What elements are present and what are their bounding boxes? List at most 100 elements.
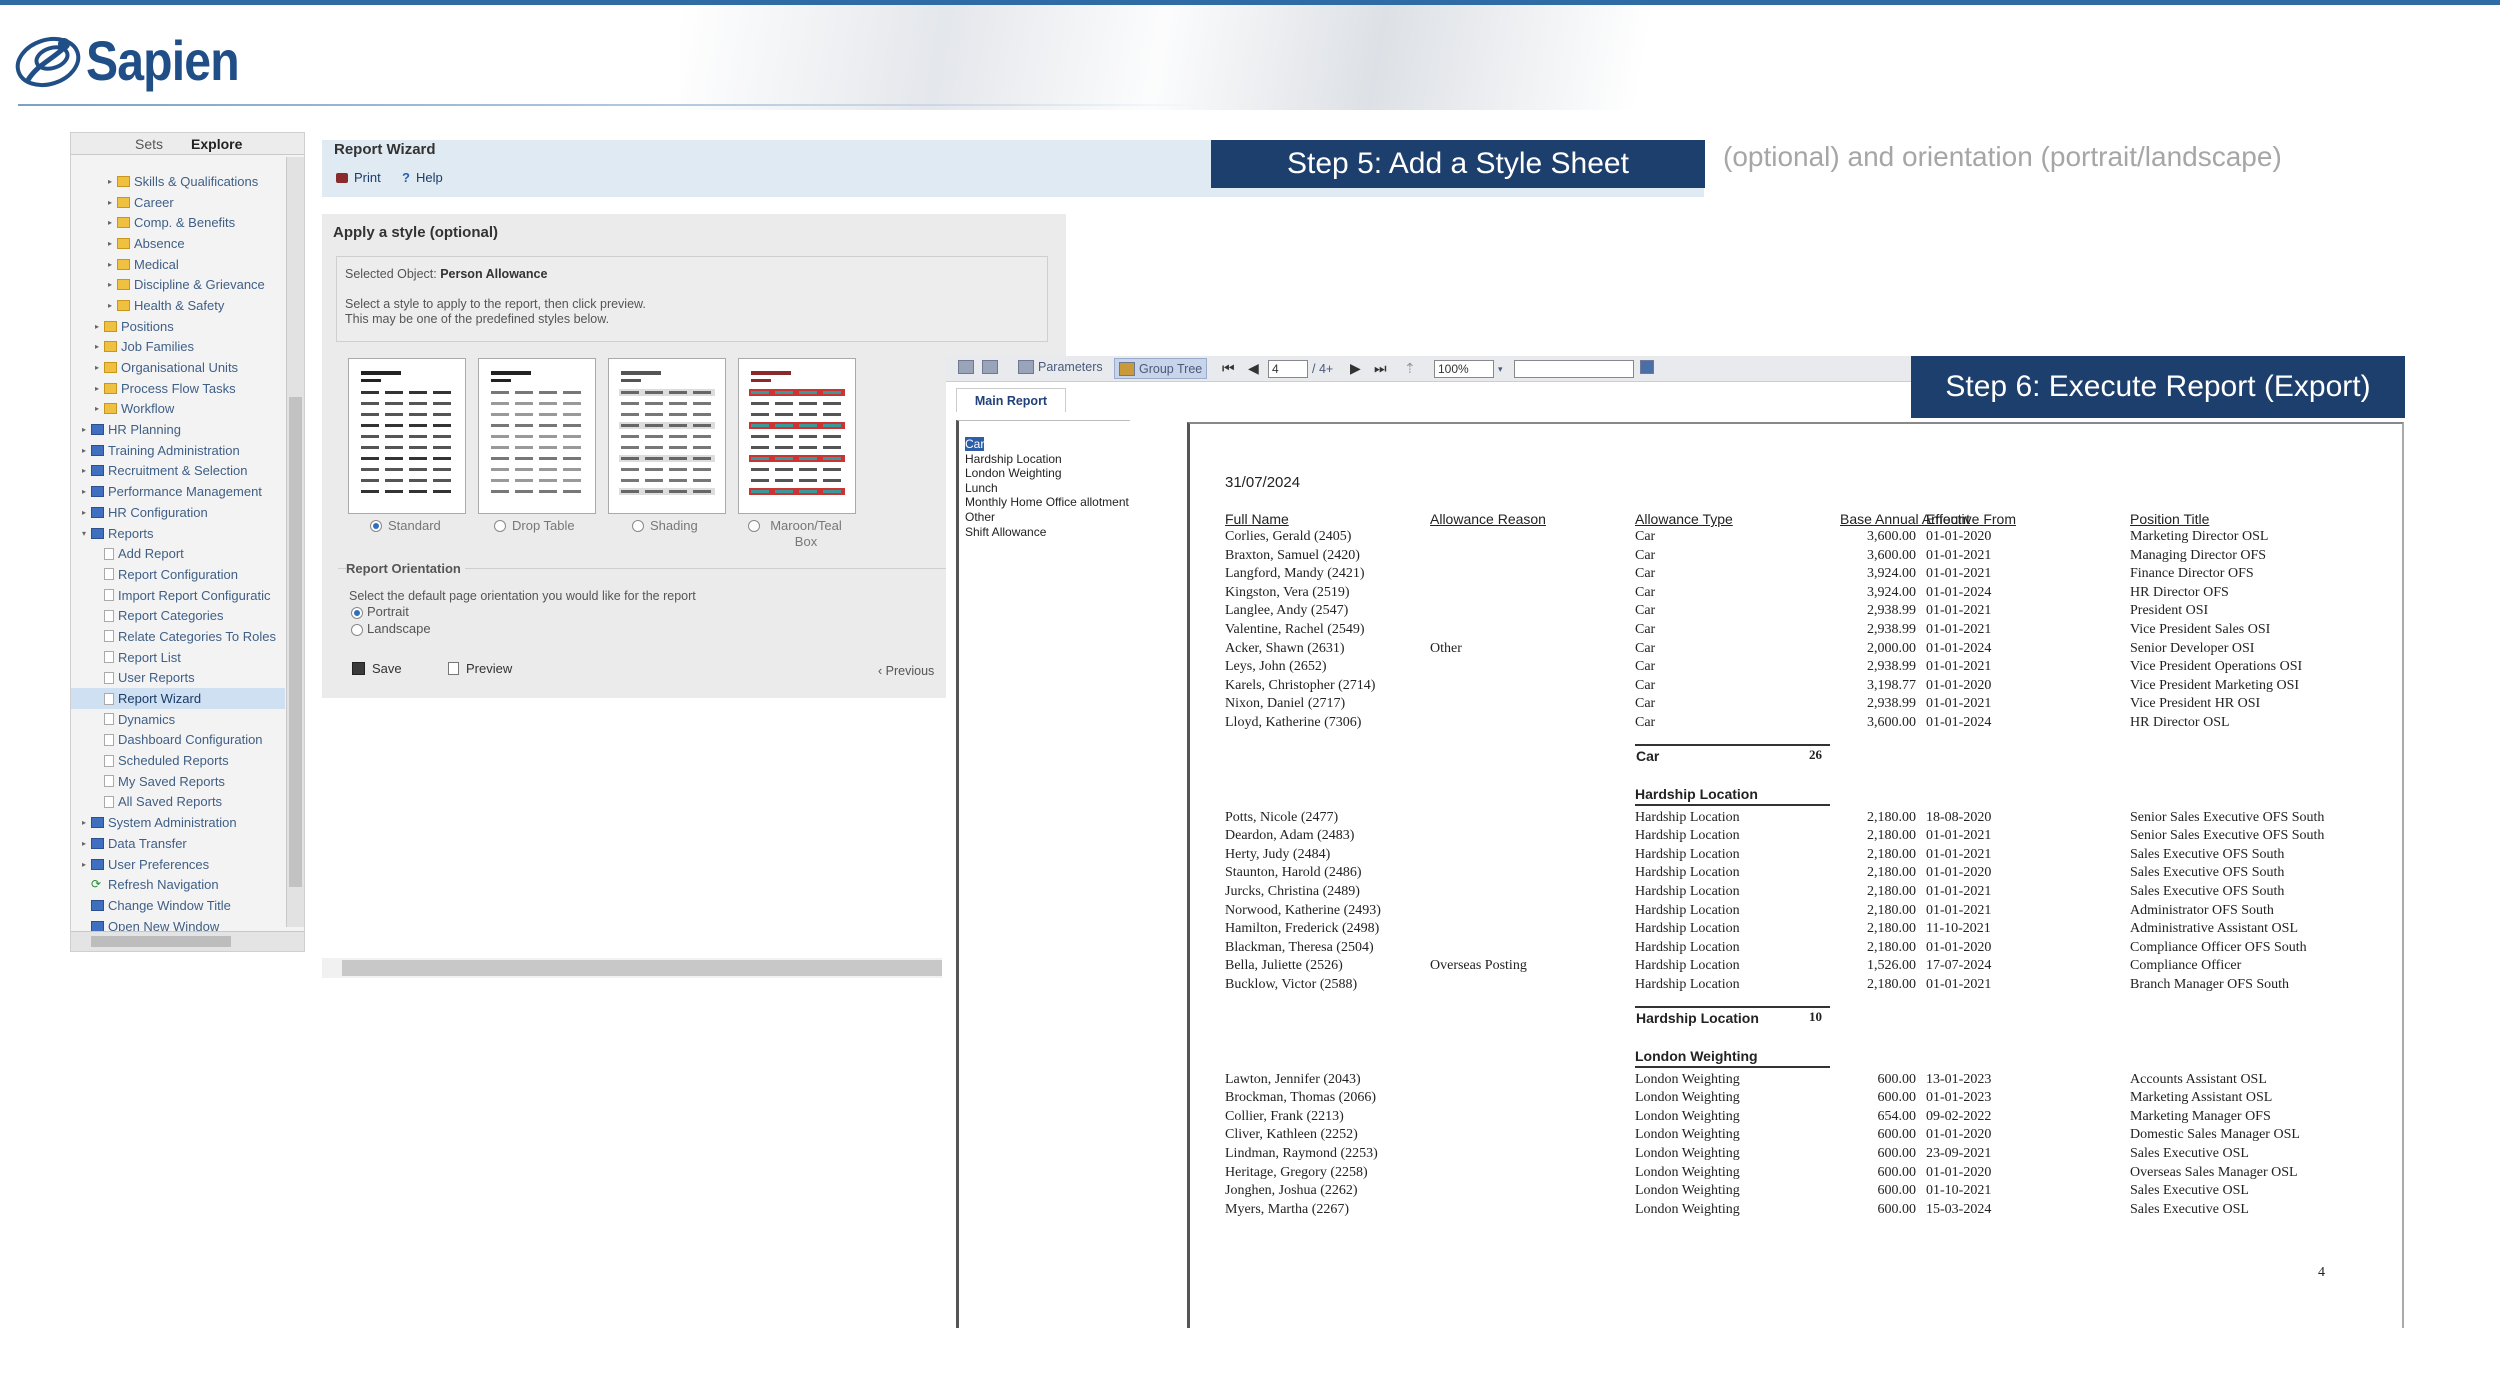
- style-thumb-shading[interactable]: [608, 358, 726, 514]
- expand-arrow-icon[interactable]: ▸: [79, 487, 89, 496]
- chevron-down-icon[interactable]: ▾: [1498, 364, 1503, 375]
- sidebar-item[interactable]: ▸ Process Flow Tasks: [71, 378, 285, 399]
- expand-arrow-icon[interactable]: ▸: [79, 446, 89, 455]
- sidebar-item[interactable]: Report Wizard: [71, 688, 285, 709]
- expand-arrow-icon[interactable]: ▸: [92, 363, 102, 372]
- style-option-shading[interactable]: Shading: [632, 518, 698, 534]
- standard-radio[interactable]: [370, 520, 382, 532]
- sidebar-item[interactable]: ▸ Recruitment & Selection: [71, 461, 285, 482]
- wizard-horizontal-scrollbar[interactable]: [322, 958, 942, 978]
- sidebar-item[interactable]: Report Categories: [71, 605, 285, 626]
- portrait-radio[interactable]: [351, 606, 363, 619]
- help-button[interactable]: ? Help: [402, 170, 443, 185]
- drop-table-radio[interactable]: [494, 520, 506, 532]
- print-report-button[interactable]: [982, 360, 998, 374]
- zoom-control[interactable]: 100% ▾: [1434, 360, 1503, 378]
- expand-arrow-icon[interactable]: ▸: [105, 177, 115, 186]
- group-tree-item[interactable]: London Weighting: [959, 466, 1129, 481]
- parameters-button[interactable]: Parameters: [1018, 360, 1103, 374]
- landscape-radio[interactable]: [351, 623, 363, 636]
- group-tree-item[interactable]: Hardship Location: [959, 452, 1129, 467]
- search-input[interactable]: [1514, 360, 1634, 378]
- nav-horizontal-scrollbar[interactable]: [71, 931, 304, 951]
- tab-main-report[interactable]: Main Report: [956, 388, 1066, 412]
- portrait-option[interactable]: Portrait: [351, 604, 409, 619]
- sidebar-item[interactable]: ▸ HR Configuration: [71, 502, 285, 523]
- maroon-teal-radio[interactable]: [748, 520, 760, 532]
- nav-scroll-thumb[interactable]: [289, 397, 302, 887]
- sidebar-item[interactable]: Relate Categories To Roles: [71, 626, 285, 647]
- search-field[interactable]: [1514, 360, 1634, 378]
- sidebar-item[interactable]: Dashboard Configuration: [71, 730, 285, 751]
- sidebar-item[interactable]: Report List: [71, 647, 285, 668]
- save-button[interactable]: Save: [352, 661, 402, 676]
- group-tree-button[interactable]: Group Tree: [1114, 358, 1208, 379]
- sidebar-item[interactable]: ▸ Performance Management: [71, 481, 285, 502]
- sidebar-item[interactable]: ▸ Comp. & Benefits: [71, 212, 285, 233]
- expand-arrow-icon[interactable]: ▸: [79, 425, 89, 434]
- sidebar-item[interactable]: ▸ Training Administration: [71, 440, 285, 461]
- sidebar-item[interactable]: ▾ Reports: [71, 523, 285, 544]
- sidebar-item[interactable]: All Saved Reports: [71, 792, 285, 813]
- expand-arrow-icon[interactable]: ▸: [105, 301, 115, 310]
- first-page-button[interactable]: ⏮: [1222, 360, 1235, 377]
- landscape-option[interactable]: Landscape: [351, 621, 431, 636]
- zoom-select[interactable]: 100%: [1434, 360, 1494, 378]
- sidebar-item[interactable]: ▸ Career: [71, 192, 285, 213]
- expand-arrow-icon[interactable]: ▸: [79, 466, 89, 475]
- drill-up-button[interactable]: ⇡: [1404, 360, 1416, 377]
- sidebar-item[interactable]: Dynamics: [71, 709, 285, 730]
- sidebar-item[interactable]: My Saved Reports: [71, 771, 285, 792]
- style-option-standard[interactable]: Standard: [370, 518, 441, 534]
- tab-sets[interactable]: Sets: [121, 136, 177, 152]
- group-tree-item[interactable]: Shift Allowance: [959, 525, 1129, 540]
- group-tree-item[interactable]: Lunch: [959, 481, 1129, 496]
- shading-radio[interactable]: [632, 520, 644, 532]
- sidebar-item[interactable]: ▸ Skills & Qualifications: [71, 171, 285, 192]
- wizard-hscroll-thumb[interactable]: [342, 960, 942, 976]
- sidebar-item[interactable]: ⟳ Refresh Navigation: [71, 874, 285, 895]
- expand-arrow-icon[interactable]: ▸: [79, 818, 89, 827]
- sidebar-item[interactable]: Add Report: [71, 543, 285, 564]
- sidebar-item[interactable]: ▸ Organisational Units: [71, 357, 285, 378]
- export-button[interactable]: [958, 360, 974, 374]
- nav-vertical-scrollbar[interactable]: [286, 157, 304, 927]
- sidebar-item[interactable]: ▸ HR Planning: [71, 419, 285, 440]
- group-tree-item[interactable]: Car: [959, 437, 1129, 452]
- nav-hscroll-thumb[interactable]: [91, 936, 231, 947]
- sidebar-item[interactable]: Scheduled Reports: [71, 750, 285, 771]
- sidebar-item[interactable]: Report Configuration: [71, 564, 285, 585]
- last-page-button[interactable]: ⏭: [1374, 360, 1387, 377]
- style-thumb-standard[interactable]: [348, 358, 466, 514]
- sidebar-item[interactable]: ▸ Job Families: [71, 337, 285, 358]
- expand-arrow-icon[interactable]: ▸: [105, 280, 115, 289]
- style-thumb-maroon-teal[interactable]: [738, 358, 856, 514]
- sidebar-item[interactable]: Import Report Configuratic: [71, 585, 285, 606]
- expand-arrow-icon[interactable]: ▸: [79, 839, 89, 848]
- expand-arrow-icon[interactable]: ▸: [105, 239, 115, 248]
- sidebar-item[interactable]: ▸ System Administration: [71, 812, 285, 833]
- expand-arrow-icon[interactable]: ▸: [92, 342, 102, 351]
- group-tree-item[interactable]: Monthly Home Office allotment: [959, 495, 1129, 510]
- expand-arrow-icon[interactable]: ▸: [105, 198, 115, 207]
- expand-arrow-icon[interactable]: ▸: [79, 508, 89, 517]
- previous-button[interactable]: ‹ Previous: [878, 664, 934, 678]
- expand-arrow-icon[interactable]: ▸: [105, 260, 115, 269]
- expand-arrow-icon[interactable]: ▸: [105, 218, 115, 227]
- sidebar-item[interactable]: ▸ Positions: [71, 316, 285, 337]
- page-number-input[interactable]: 4: [1268, 360, 1308, 378]
- collapse-arrow-icon[interactable]: ▾: [79, 529, 89, 538]
- style-option-drop-table[interactable]: Drop Table: [494, 518, 575, 534]
- style-option-maroon-teal[interactable]: Maroon/Teal Box: [748, 518, 846, 550]
- sidebar-item[interactable]: ▸ Absence: [71, 233, 285, 254]
- group-tree-item[interactable]: Other: [959, 510, 1129, 525]
- expand-arrow-icon[interactable]: ▸: [92, 384, 102, 393]
- next-page-button[interactable]: ▶: [1350, 360, 1361, 377]
- sidebar-item[interactable]: ▸ Health & Safety: [71, 295, 285, 316]
- expand-arrow-icon[interactable]: ▸: [92, 322, 102, 331]
- sidebar-item[interactable]: User Reports: [71, 668, 285, 689]
- print-button[interactable]: Print: [336, 170, 381, 185]
- tab-explore[interactable]: Explore: [177, 136, 256, 152]
- style-thumb-drop-table[interactable]: [478, 358, 596, 514]
- search-button[interactable]: [1640, 360, 1654, 374]
